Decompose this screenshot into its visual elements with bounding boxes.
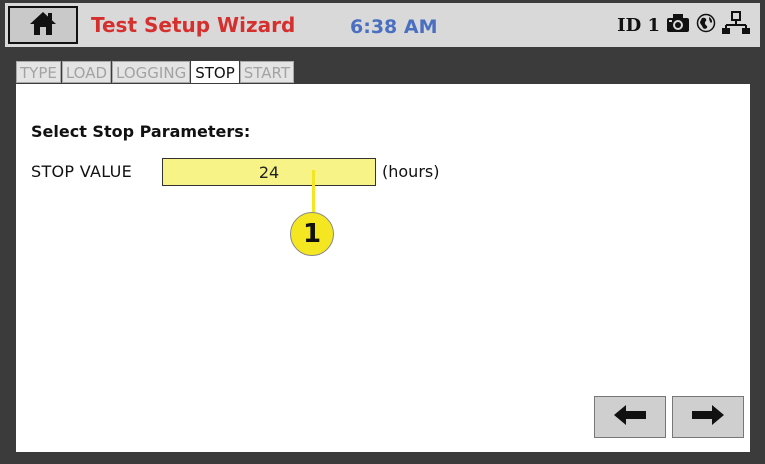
arrow-right-icon [690, 403, 726, 431]
wizard-tabs: TYPE LOAD LOGGING STOP START [16, 61, 295, 83]
globe-icon [696, 13, 716, 37]
tab-start[interactable]: START [239, 61, 295, 83]
stop-panel: Select Stop Parameters: STOP VALUE (hour… [16, 84, 750, 452]
section-title: Select Stop Parameters: [31, 122, 251, 141]
next-button[interactable] [672, 396, 744, 438]
tab-stop[interactable]: STOP [191, 61, 239, 83]
stop-value-unit: (hours) [382, 162, 440, 181]
camera-icon [666, 13, 690, 37]
app-frame: Test Setup Wizard 6:38 AM ID 1 TYPE LOAD… [0, 0, 765, 464]
callout-badge: 1 [290, 212, 334, 256]
stop-value-input[interactable] [162, 158, 376, 186]
arrow-left-icon [612, 403, 648, 431]
header-bar: Test Setup Wizard 6:38 AM ID 1 [5, 3, 760, 47]
tab-logging[interactable]: LOGGING [112, 61, 191, 83]
home-button[interactable] [8, 6, 78, 44]
page-title: Test Setup Wizard [91, 13, 296, 37]
clock-time: 6:38 AM [350, 16, 438, 38]
network-icon [722, 11, 750, 39]
tab-load[interactable]: LOAD [61, 61, 112, 83]
status-area: ID 1 [617, 11, 750, 39]
stop-value-label: STOP VALUE [31, 162, 133, 181]
device-id: ID 1 [617, 14, 660, 36]
tab-type[interactable]: TYPE [16, 61, 61, 83]
back-button[interactable] [594, 396, 666, 438]
home-icon [29, 10, 57, 40]
